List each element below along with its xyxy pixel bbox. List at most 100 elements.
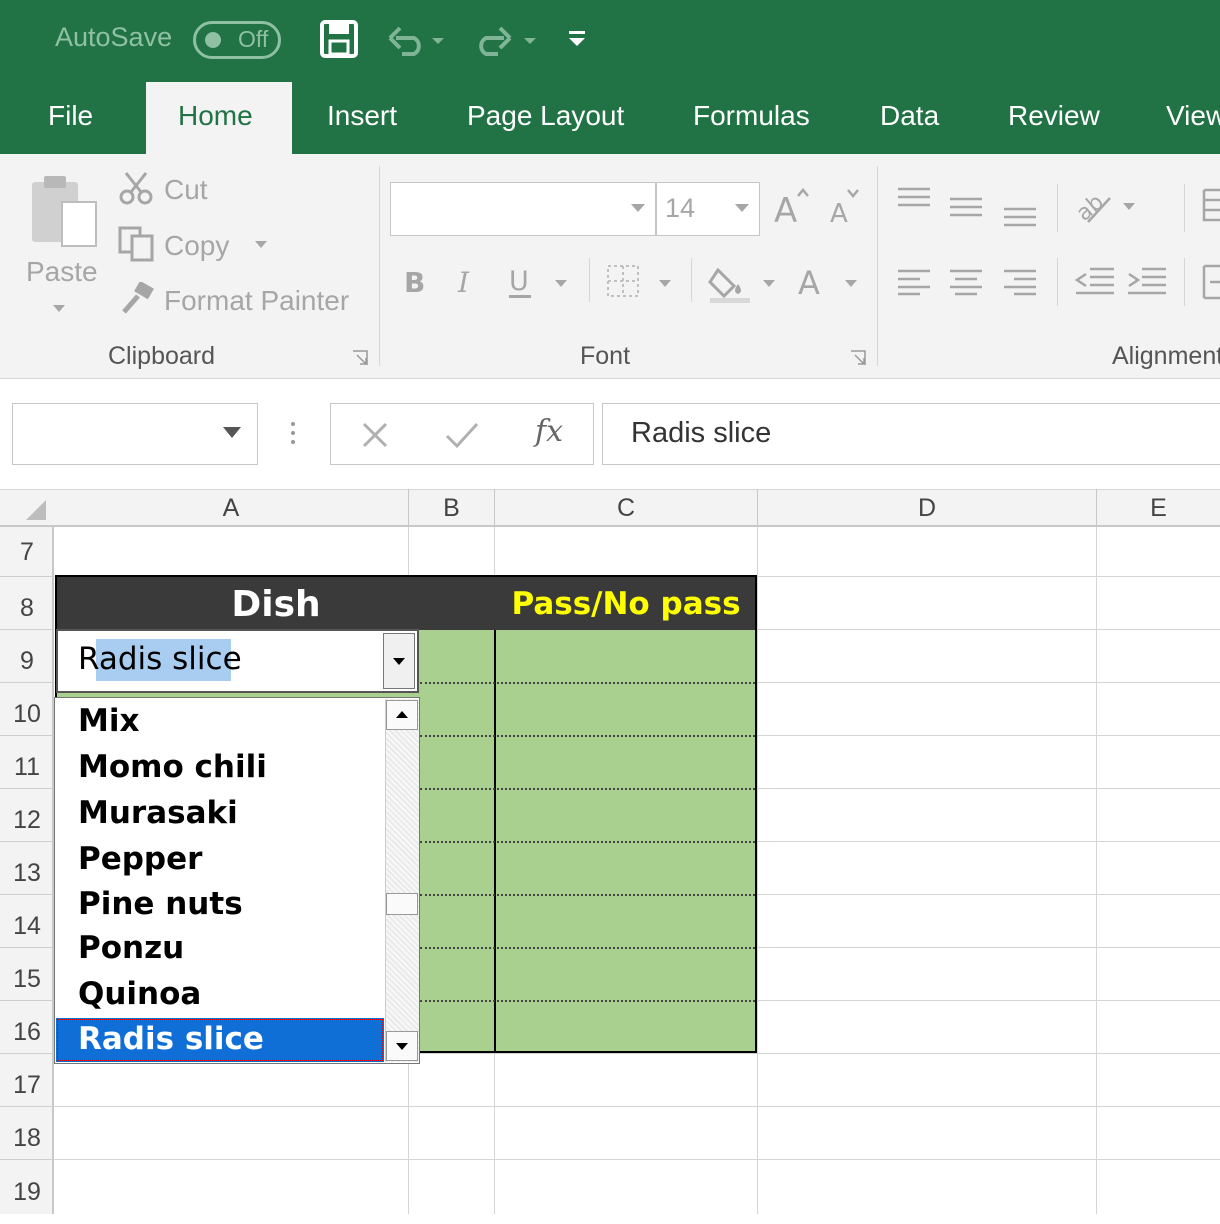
decrease-indent-icon[interactable] (1074, 266, 1116, 298)
save-icon[interactable] (320, 20, 358, 58)
underline-dropdown-icon[interactable] (554, 279, 568, 289)
list-item[interactable]: Pepper (78, 841, 202, 877)
paste-icon[interactable] (28, 172, 100, 248)
formula-value: Radis slice (631, 417, 772, 449)
row-header-14[interactable]: 14 (0, 895, 54, 948)
row-header-11[interactable]: 11 (0, 736, 54, 789)
cut-icon[interactable] (118, 170, 154, 206)
row-header-17[interactable]: 17 (0, 1054, 54, 1107)
copy-icon[interactable] (118, 226, 156, 262)
font-name-box[interactable] (390, 182, 656, 236)
tab-view[interactable]: View (1166, 100, 1220, 132)
tab-insert[interactable]: Insert (327, 100, 397, 132)
dropdown-arrow-button[interactable] (383, 633, 415, 689)
scrollbar-track[interactable] (385, 699, 419, 1062)
orientation-dropdown-icon[interactable] (1122, 202, 1136, 212)
svg-text:I: I (457, 266, 470, 298)
tab-page-layout[interactable]: Page Layout (467, 100, 624, 132)
paste-dropdown-icon[interactable] (52, 304, 66, 314)
borders-dropdown-icon[interactable] (658, 279, 672, 289)
scroll-down-button[interactable] (386, 1031, 418, 1061)
list-item[interactable]: Mix (78, 703, 139, 739)
column-header-d[interactable]: D (758, 489, 1097, 527)
tab-review[interactable]: Review (1008, 100, 1100, 132)
list-item-selected[interactable]: Radis slice (78, 1021, 264, 1057)
row-header-19[interactable]: 19 (0, 1160, 54, 1214)
insert-function-icon[interactable]: fx (535, 414, 563, 449)
increase-indent-icon[interactable] (1126, 266, 1168, 298)
top-align-icon[interactable] (896, 186, 932, 208)
font-color-dropdown-icon[interactable] (844, 279, 858, 289)
formula-bar-grip-icon[interactable] (288, 420, 298, 446)
column-header-e[interactable]: E (1097, 489, 1220, 527)
redo-icon[interactable] (474, 24, 540, 56)
row-header-13[interactable]: 13 (0, 842, 54, 895)
format-painter-icon[interactable] (118, 282, 156, 316)
font-size-dropdown-icon[interactable] (734, 203, 750, 215)
bold-icon[interactable]: B (402, 262, 432, 298)
borders-icon[interactable] (606, 264, 640, 298)
row-header-9[interactable]: 9 (0, 630, 54, 683)
svg-text:A: A (830, 199, 848, 228)
ribbon-separator (877, 166, 878, 366)
underline-icon[interactable]: U (506, 262, 536, 302)
copy-label[interactable]: Copy (164, 230, 229, 262)
row-header-8[interactable]: 8 (0, 577, 54, 630)
paste-label[interactable]: Paste (26, 256, 98, 288)
row-header-12[interactable]: 12 (0, 789, 54, 842)
scroll-up-button[interactable] (386, 700, 418, 730)
name-box-dropdown-icon[interactable] (222, 426, 242, 440)
row-header-16[interactable]: 16 (0, 1001, 54, 1054)
row-header-15[interactable]: 15 (0, 948, 54, 1001)
column-header-c[interactable]: C (495, 489, 758, 527)
title-bar (0, 0, 1220, 82)
column-header-b[interactable]: B (409, 489, 495, 527)
merge-center-icon[interactable] (1200, 262, 1220, 302)
orientation-icon[interactable]: ab (1074, 188, 1114, 224)
column-header-a[interactable]: A (54, 489, 409, 527)
align-right-icon[interactable] (1002, 268, 1038, 296)
clipboard-launcher-icon[interactable] (352, 350, 368, 366)
customize-qat-icon[interactable] (566, 28, 588, 50)
list-item[interactable]: Momo chili (78, 749, 267, 785)
enter-icon[interactable] (444, 420, 480, 450)
italic-icon[interactable]: I (454, 262, 484, 298)
formula-input[interactable]: Radis slice (602, 403, 1220, 465)
copy-dropdown-icon[interactable] (254, 240, 268, 250)
ribbon-separator (379, 166, 380, 366)
list-item[interactable]: Pine nuts (78, 886, 243, 922)
tab-home[interactable]: Home (178, 100, 253, 132)
row-header-10[interactable]: 10 (0, 683, 54, 736)
font-name-dropdown-icon[interactable] (630, 203, 646, 215)
align-left-icon[interactable] (896, 268, 932, 296)
bottom-align-icon[interactable] (1002, 206, 1038, 228)
font-color-icon[interactable]: A (796, 262, 830, 304)
cut-label[interactable]: Cut (164, 174, 208, 206)
svg-text:U: U (509, 266, 529, 297)
decrease-font-size-icon[interactable]: A (828, 186, 862, 228)
tab-file[interactable]: File (48, 100, 93, 132)
select-all-icon[interactable] (22, 498, 48, 522)
scrollbar-thumb[interactable] (386, 893, 418, 915)
middle-align-icon[interactable] (948, 196, 984, 218)
row-header-7[interactable]: 7 (0, 527, 54, 577)
autosave-toggle[interactable]: Off (193, 21, 281, 59)
align-center-icon[interactable] (948, 268, 984, 296)
format-painter-label[interactable]: Format Painter (164, 285, 349, 317)
cell-edit-text[interactable]: Radis slice (78, 641, 242, 677)
svg-text:A: A (774, 191, 797, 228)
wrap-text-icon[interactable] (1200, 186, 1220, 226)
list-item[interactable]: Quinoa (78, 976, 201, 1012)
list-item[interactable]: Murasaki (78, 795, 238, 831)
row-header-18[interactable]: 18 (0, 1107, 54, 1160)
fill-color-dropdown-icon[interactable] (762, 279, 776, 289)
undo-icon[interactable] (388, 24, 450, 56)
fill-color-icon[interactable] (708, 262, 752, 304)
list-item[interactable]: Ponzu (78, 930, 184, 966)
ribbon-separator (1184, 184, 1185, 232)
tab-data[interactable]: Data (880, 100, 939, 132)
font-launcher-icon[interactable] (850, 350, 866, 366)
cancel-icon[interactable] (360, 420, 390, 450)
tab-formulas[interactable]: Formulas (693, 100, 810, 132)
increase-font-size-icon[interactable]: A (772, 186, 810, 228)
